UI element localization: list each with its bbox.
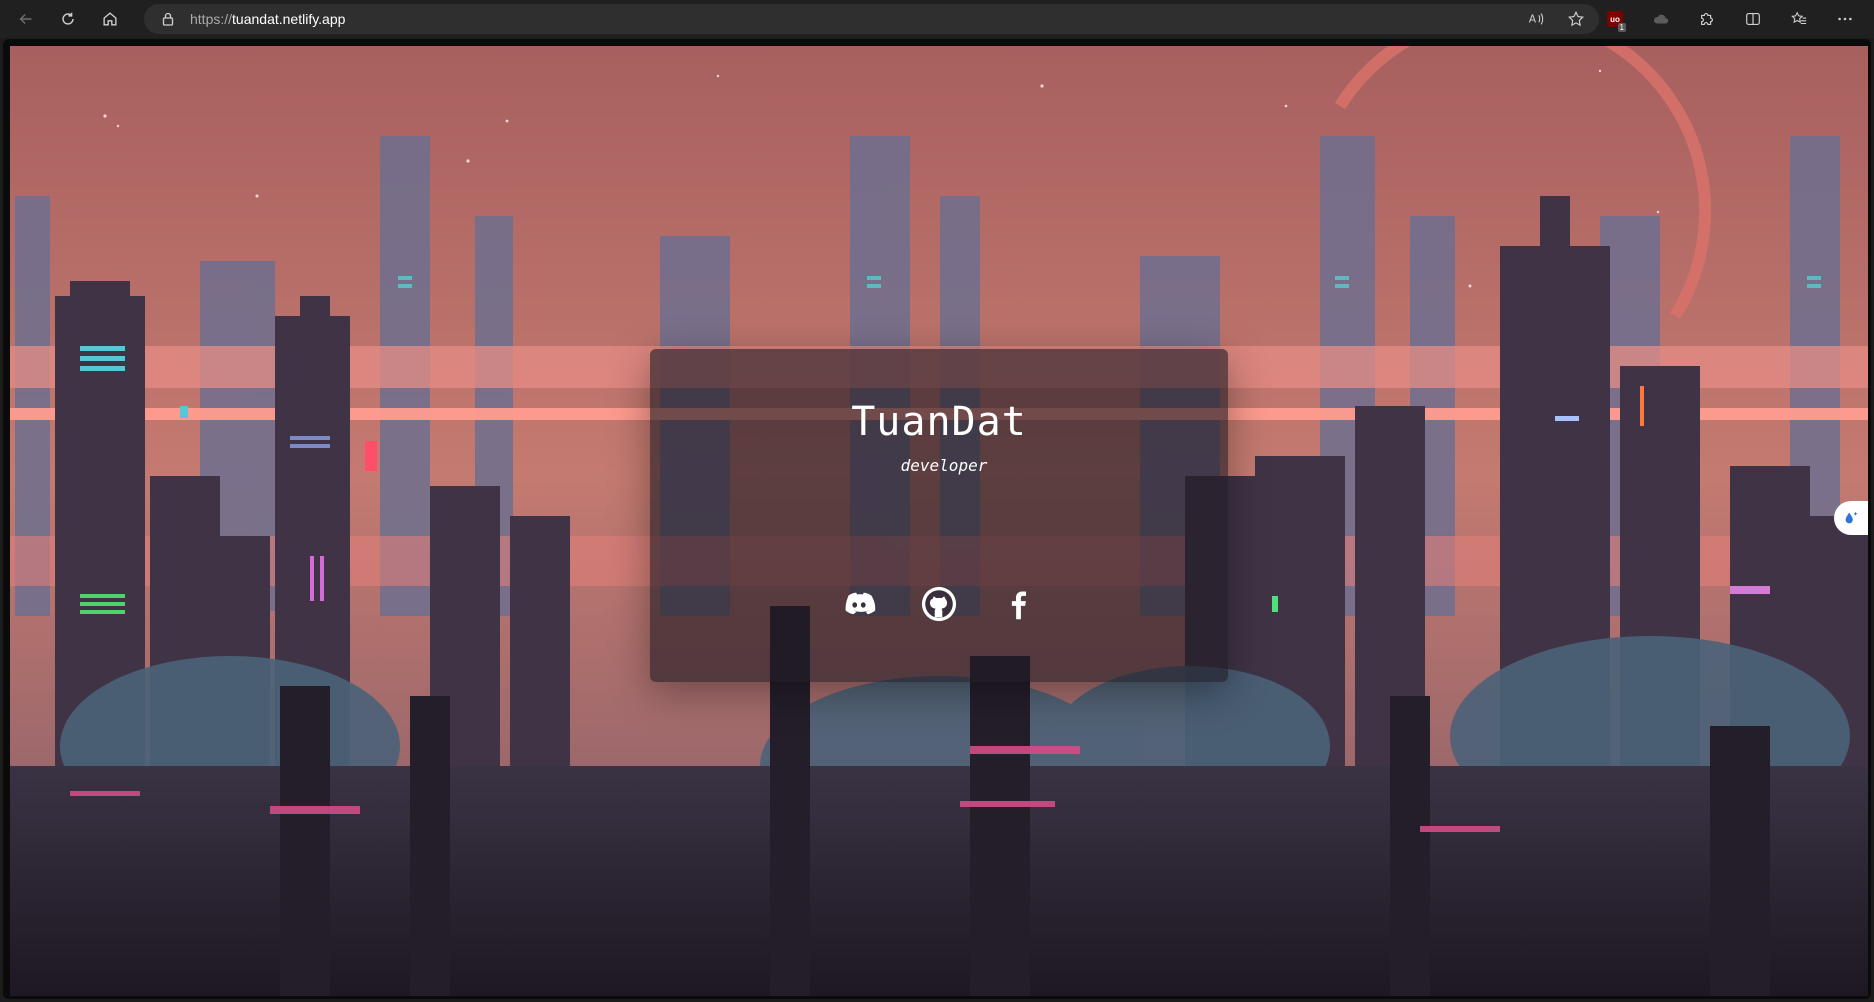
url-host: tuandat.netlify.app xyxy=(232,11,346,27)
url-text[interactable]: https://tuandat.netlify.app xyxy=(190,11,345,27)
star-icon[interactable] xyxy=(1567,10,1585,28)
more-dots-icon xyxy=(1838,17,1852,21)
social-links xyxy=(650,584,1228,624)
ublock-badge-count: 1 xyxy=(1617,23,1626,32)
water-drop-sparkle-icon xyxy=(1845,511,1858,524)
lock-icon[interactable] xyxy=(160,11,176,27)
favorites-button[interactable] xyxy=(1776,4,1822,34)
extensions-button[interactable] xyxy=(1684,4,1730,34)
facebook-link[interactable] xyxy=(999,584,1039,624)
github-icon xyxy=(921,586,957,622)
read-aloud-icon[interactable]: A xyxy=(1527,10,1545,28)
page-viewport: TuanDat developer xyxy=(3,39,1871,999)
github-link[interactable] xyxy=(919,584,959,624)
profile-name: TuanDat xyxy=(851,399,1027,445)
extension-button[interactable] xyxy=(1638,4,1684,34)
profile-card: TuanDat developer xyxy=(650,349,1228,682)
split-screen-button[interactable] xyxy=(1730,4,1776,34)
ublock-extension-button[interactable]: uo 1 xyxy=(1592,4,1638,34)
refresh-button[interactable] xyxy=(50,3,86,35)
more-button[interactable] xyxy=(1822,4,1868,34)
refresh-icon xyxy=(62,12,74,25)
split-screen-icon xyxy=(1746,13,1760,25)
back-arrow-icon xyxy=(19,13,32,25)
url-prefix: https:// xyxy=(190,11,233,27)
profile-role: developer xyxy=(900,456,988,475)
home-button[interactable] xyxy=(92,3,128,35)
address-bar[interactable]: https://tuandat.netlify.app A xyxy=(144,4,1599,34)
puzzle-icon xyxy=(1701,13,1713,25)
favorites-list-icon xyxy=(1791,11,1807,25)
browser-toolbar: https://tuandat.netlify.app A uo 1 xyxy=(0,0,1874,38)
home-icon xyxy=(103,12,117,26)
svg-text:A: A xyxy=(1529,13,1537,26)
cyberpunk-city-background: TuanDat developer xyxy=(10,46,1868,996)
extension-cloud-icon xyxy=(1653,14,1669,24)
discord-icon xyxy=(845,592,876,615)
side-assistant-button[interactable] xyxy=(1834,501,1868,535)
back-button[interactable] xyxy=(8,3,44,35)
discord-link[interactable] xyxy=(839,584,879,624)
facebook-icon xyxy=(1011,591,1027,620)
